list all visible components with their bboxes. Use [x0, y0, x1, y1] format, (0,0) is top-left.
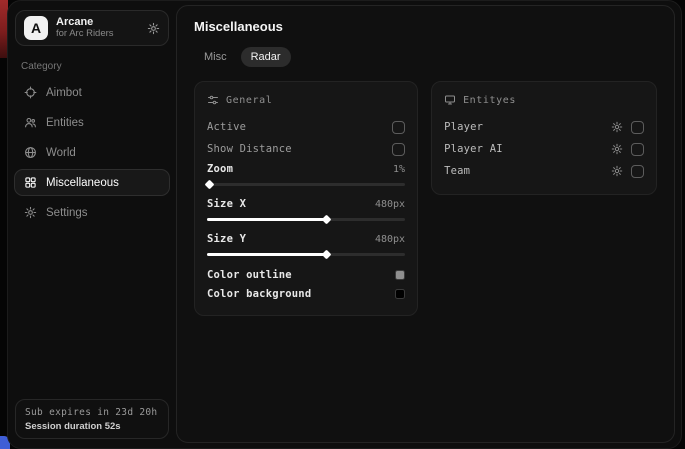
entity-label: Player AI — [444, 143, 503, 155]
general-card-header: General — [207, 94, 405, 106]
setting-label: Color outline — [207, 269, 292, 281]
main-panel: Miscellaneous Misc Radar General Active — [176, 5, 675, 443]
sidebar-item-settings[interactable]: Settings — [14, 199, 170, 226]
sidebar-item-entities[interactable]: Entities — [14, 109, 170, 136]
setting-row-color-background: Color background — [207, 284, 405, 303]
entities-card-header: Entityes — [444, 94, 644, 106]
category-label: Category — [21, 61, 163, 72]
player-ai-checkbox[interactable] — [631, 143, 644, 156]
setting-label: Size Y — [207, 233, 246, 245]
setting-label: Color background — [207, 288, 311, 300]
subscription-expires: Sub expires in 23d 20h — [25, 407, 159, 418]
session-duration: Session duration 52s — [25, 421, 159, 432]
tab-bar: Misc Radar — [194, 47, 657, 67]
entity-row-player: Player — [444, 116, 644, 138]
show-distance-checkbox[interactable] — [392, 143, 405, 156]
zoom-slider[interactable] — [207, 183, 405, 186]
entity-row-player-ai: Player AI — [444, 138, 644, 160]
sidebar-item-aimbot[interactable]: Aimbot — [14, 79, 170, 106]
subscription-card: Sub expires in 23d 20h Session duration … — [15, 399, 169, 439]
entities-card-title: Entityes — [463, 95, 516, 106]
globe-icon — [24, 146, 37, 159]
color-background-swatch[interactable] — [395, 289, 405, 299]
setting-label: Size X — [207, 198, 246, 210]
setting-row-active: Active — [207, 116, 405, 138]
setting-row-size-y: Size Y 480px — [207, 230, 405, 256]
sidebar-item-miscellaneous[interactable]: Miscellaneous — [14, 169, 170, 196]
entity-label: Player — [444, 121, 483, 133]
sliders-icon — [207, 94, 219, 106]
size-x-value: 480px — [375, 199, 405, 210]
zoom-value: 1% — [393, 164, 405, 175]
slider-fill — [207, 253, 326, 256]
sidebar-item-label: Miscellaneous — [46, 177, 119, 189]
entity-row-team: Team — [444, 160, 644, 182]
gear-icon[interactable] — [147, 22, 160, 35]
gear-icon[interactable] — [611, 121, 623, 133]
setting-row-color-outline: Color outline — [207, 265, 405, 284]
app-name: Arcane — [56, 16, 139, 29]
sidebar: A Arcane for Arc Riders Category — [8, 1, 176, 448]
sidebar-item-world[interactable]: World — [14, 139, 170, 166]
gear-icon[interactable] — [611, 165, 623, 177]
slider-thumb[interactable] — [321, 215, 331, 225]
setting-row-show-distance: Show Distance — [207, 138, 405, 160]
sidebar-item-label: World — [46, 147, 76, 159]
team-checkbox[interactable] — [631, 165, 644, 178]
gear-icon — [24, 206, 37, 219]
setting-row-size-x: Size X 480px — [207, 195, 405, 221]
color-outline-swatch[interactable] — [395, 270, 405, 280]
gear-icon[interactable] — [611, 143, 623, 155]
setting-label: Active — [207, 121, 246, 133]
app-tagline: for Arc Riders — [56, 29, 139, 40]
size-y-value: 480px — [375, 234, 405, 245]
grid-icon — [24, 176, 37, 189]
sidebar-item-label: Settings — [46, 207, 88, 219]
size-y-slider[interactable] — [207, 253, 405, 256]
users-icon — [24, 116, 37, 129]
sidebar-item-label: Entities — [46, 117, 84, 129]
player-checkbox[interactable] — [631, 121, 644, 134]
cards-row: General Active Show Distance Zoom 1% — [194, 81, 657, 316]
setting-row-zoom: Zoom 1% — [207, 160, 405, 186]
slider-thumb[interactable] — [321, 250, 331, 260]
app-header-card: A Arcane for Arc Riders — [15, 10, 169, 46]
size-x-slider[interactable] — [207, 218, 405, 221]
general-card-title: General — [226, 95, 272, 106]
page-title: Miscellaneous — [194, 19, 657, 34]
slider-thumb[interactable] — [205, 180, 215, 190]
sidebar-item-label: Aimbot — [46, 87, 82, 99]
general-card: General Active Show Distance Zoom 1% — [194, 81, 418, 316]
crosshair-icon — [24, 86, 37, 99]
tab-misc[interactable]: Misc — [194, 47, 237, 67]
app-window: A Arcane for Arc Riders Category — [7, 0, 682, 449]
app-title-block: Arcane for Arc Riders — [56, 16, 139, 40]
monitor-icon — [444, 94, 456, 106]
tab-radar[interactable]: Radar — [241, 47, 291, 67]
sidebar-nav: Aimbot Entities World — [13, 79, 171, 226]
setting-label: Zoom — [207, 163, 233, 175]
active-checkbox[interactable] — [392, 121, 405, 134]
setting-label: Show Distance — [207, 143, 292, 155]
entities-card: Entityes Player P — [431, 81, 657, 195]
slider-fill — [207, 218, 326, 221]
entity-label: Team — [444, 165, 470, 177]
app-logo: A — [24, 16, 48, 40]
